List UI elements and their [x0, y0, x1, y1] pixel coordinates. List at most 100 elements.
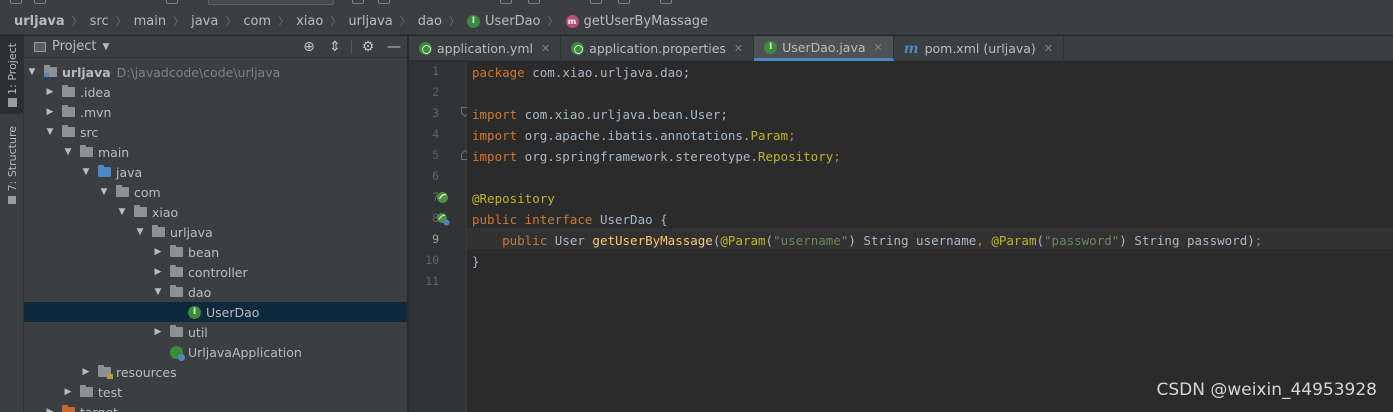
tree-item-main[interactable]: ▼ main	[24, 142, 407, 162]
tab-pom-xml[interactable]: m pom.xml (urljava) ✕	[894, 36, 1065, 61]
tree-item-util[interactable]: ▶ util	[24, 322, 407, 342]
spring-bean-implemented-icon[interactable]	[436, 212, 450, 226]
project-tool-tab[interactable]: 1: Project	[0, 36, 24, 114]
tree-item-path: D:\javadcode\code\urljava	[116, 64, 281, 80]
expanded-arrow-icon[interactable]: ▼	[98, 187, 110, 197]
code-editor[interactable]: package com.xiao.urljava.dao; import com…	[467, 62, 1393, 412]
keyword: import	[472, 107, 518, 122]
expanded-arrow-icon[interactable]: ▼	[152, 287, 164, 297]
tree-item-com[interactable]: ▼ com	[24, 182, 407, 202]
tree-item-label: test	[98, 384, 123, 400]
expanded-arrow-icon[interactable]: ▼	[62, 147, 74, 157]
close-icon[interactable]: ✕	[541, 42, 550, 55]
toolbar-icon[interactable]	[618, 0, 630, 4]
breadcrumb-item-method[interactable]: m getUserByMassage	[565, 14, 708, 29]
code-text: (	[765, 233, 774, 248]
expanded-arrow-icon[interactable]: ▼	[80, 167, 92, 177]
structure-tool-tab[interactable]: 7: Structure	[0, 124, 24, 206]
tree-item-controller[interactable]: ▶ controller	[24, 262, 407, 282]
collapsed-arrow-icon[interactable]: ▶	[152, 247, 164, 257]
chevron-right-icon: 〉	[225, 15, 237, 28]
left-tool-strip: 1: Project 7: Structure	[0, 36, 24, 412]
breadcrumb-item[interactable]: main	[134, 14, 166, 29]
expanded-arrow-icon[interactable]: ▼	[116, 207, 128, 217]
keyword: import	[472, 149, 518, 164]
tab-application-yml[interactable]: application.yml ✕	[409, 36, 562, 61]
breadcrumb-item[interactable]: urljava	[14, 14, 65, 29]
expanded-arrow-icon[interactable]: ▼	[44, 127, 56, 137]
toolbar-icon[interactable]	[500, 0, 512, 4]
toolbar-icon[interactable]	[34, 0, 46, 4]
code-text: ) String username	[848, 233, 977, 248]
collapsed-arrow-icon[interactable]: ▶	[62, 387, 74, 397]
tree-item-dao[interactable]: ▼ dao	[24, 282, 407, 302]
toolbar-icon[interactable]	[378, 0, 390, 4]
tree-item-java[interactable]: ▼ java	[24, 162, 407, 182]
tree-item-resources[interactable]: ▶ resources	[24, 362, 407, 382]
tree-item-xiao[interactable]: ▼ xiao	[24, 202, 407, 222]
locate-icon[interactable]: ⊕	[296, 39, 322, 55]
tree-item-target[interactable]: ▶ target	[24, 402, 407, 412]
collapsed-arrow-icon[interactable]: ▶	[44, 407, 56, 412]
chevron-right-icon: 〉	[173, 15, 185, 28]
close-icon[interactable]: ✕	[734, 42, 743, 55]
tree-item-urljavaapplication[interactable]: ▶ UrljavaApplication	[24, 342, 407, 362]
toolbar-icon[interactable]	[10, 0, 22, 4]
tree-item-label: urljava	[62, 64, 111, 80]
close-icon[interactable]: ✕	[874, 41, 883, 54]
spring-config-icon	[419, 42, 432, 55]
collapsed-arrow-icon[interactable]: ▶	[152, 327, 164, 337]
collapsed-arrow-icon[interactable]: ▶	[44, 107, 56, 117]
tree-item-label: dao	[188, 284, 212, 300]
tree-item-userdao[interactable]: ▶ I UserDao	[24, 302, 407, 322]
tree-item-mvn[interactable]: ▶ .mvn	[24, 102, 407, 122]
folder-icon	[80, 145, 93, 157]
spring-bean-icon[interactable]	[436, 191, 449, 204]
tree-item-test[interactable]: ▶ test	[24, 382, 407, 402]
tab-application-properties[interactable]: application.properties ✕	[561, 36, 755, 61]
line-number: 6	[432, 169, 439, 183]
collapsed-arrow-icon[interactable]: ▶	[152, 267, 164, 277]
toolbar-icon[interactable]	[352, 0, 364, 4]
tree-item-urljava-pkg[interactable]: ▼ urljava	[24, 222, 407, 242]
toolbar-icon[interactable]	[528, 0, 540, 4]
annotation: @Param	[720, 233, 766, 248]
project-panel-header: Project ▼ ⊕ ⇕ ⚙ —	[24, 36, 407, 58]
breadcrumb-item[interactable]: xiao	[296, 14, 323, 29]
collapsed-arrow-icon[interactable]: ▶	[44, 87, 56, 97]
breadcrumb-item-interface[interactable]: I UserDao	[466, 14, 541, 29]
close-icon[interactable]: ✕	[1044, 42, 1053, 55]
method-icon: m	[565, 14, 579, 28]
chevron-down-icon[interactable]: ▼	[102, 42, 109, 52]
tree-item-idea[interactable]: ▶ .idea	[24, 82, 407, 102]
line-number: 10	[425, 253, 439, 267]
breadcrumb-item[interactable]: dao	[418, 14, 442, 29]
toolbar-icon[interactable]	[590, 0, 602, 4]
toolbar-icon[interactable]	[660, 0, 672, 4]
resources-folder-icon	[98, 365, 113, 379]
toolbar-icon[interactable]	[166, 0, 178, 4]
breadcrumb-item[interactable]: urljava	[348, 14, 392, 29]
code-text: com.xiao.urljava.bean.User;	[517, 107, 728, 122]
run-config-combo[interactable]	[208, 0, 334, 5]
tree-item-urljava-root[interactable]: ▼ urljava D:\javadcode\code\urljava	[24, 62, 407, 82]
interface-icon: I	[188, 305, 201, 319]
keyword: public interface	[472, 212, 593, 227]
tree-item-label: .idea	[80, 84, 111, 100]
folder-icon	[62, 125, 75, 137]
gear-icon[interactable]: ⚙	[355, 39, 381, 55]
expanded-arrow-icon[interactable]: ▼	[26, 67, 38, 77]
minimize-icon[interactable]: —	[381, 39, 407, 55]
breadcrumb-item[interactable]: src	[90, 14, 109, 29]
expanded-arrow-icon[interactable]: ▼	[134, 227, 146, 237]
collapsed-arrow-icon[interactable]: ▶	[80, 367, 92, 377]
project-panel-title[interactable]: Project	[52, 39, 96, 54]
collapse-all-icon[interactable]: ⇕	[322, 39, 348, 55]
breadcrumb-item[interactable]: com	[243, 14, 271, 29]
tree-item-bean[interactable]: ▶ bean	[24, 242, 407, 262]
keyword: public	[502, 233, 548, 248]
tab-label: pom.xml (urljava)	[924, 41, 1036, 56]
breadcrumb-item[interactable]: java	[191, 14, 218, 29]
tab-userdao-java[interactable]: I UserDao.java ✕	[754, 36, 894, 61]
tree-item-src[interactable]: ▼ src	[24, 122, 407, 142]
